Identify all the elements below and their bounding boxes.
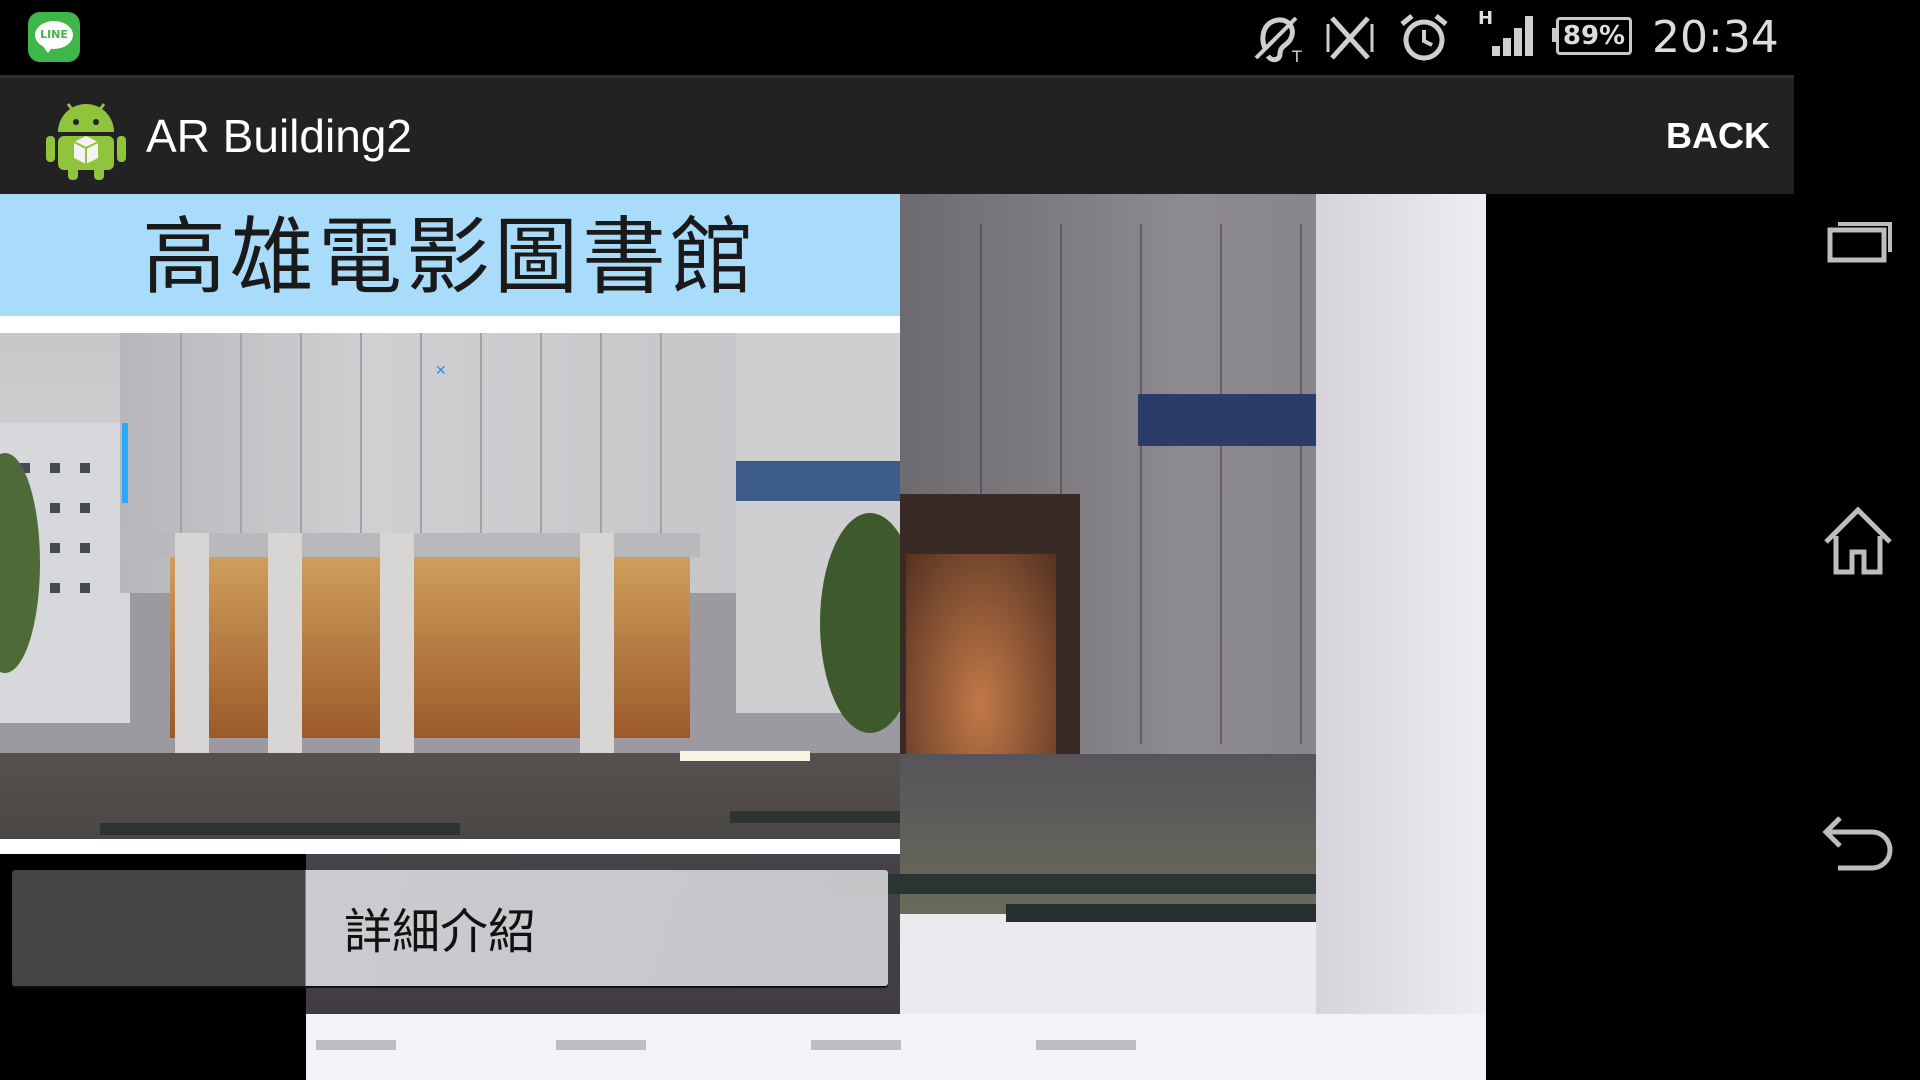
- back-button[interactable]: BACK: [1640, 104, 1770, 168]
- signal-icon: [1492, 16, 1533, 56]
- app-title: AR Building2: [146, 110, 412, 162]
- vibrate-off-icon: [1326, 16, 1374, 60]
- android-app-icon[interactable]: [44, 92, 128, 180]
- svg-text:T: T: [1291, 47, 1302, 64]
- line-app-icon: LINE: [28, 12, 80, 62]
- back-arrow-icon[interactable]: [1816, 800, 1900, 884]
- building-photo: ✕: [0, 333, 900, 839]
- info-panel: 高雄電影圖書館 ✕: [0, 194, 900, 854]
- recent-apps-icon[interactable]: [1816, 200, 1900, 284]
- building-name-heading: 高雄電影圖書館: [141, 208, 758, 306]
- status-clock: 20:34: [1652, 12, 1779, 63]
- battery-icon: 89%: [1556, 17, 1632, 55]
- title-band: 高雄電影圖書館: [0, 194, 900, 316]
- alarm-icon: [1400, 14, 1448, 61]
- home-icon[interactable]: [1816, 498, 1900, 582]
- details-button-label[interactable]: 詳細介紹: [344, 902, 536, 962]
- hearing-aid-icon: T: [1254, 16, 1302, 64]
